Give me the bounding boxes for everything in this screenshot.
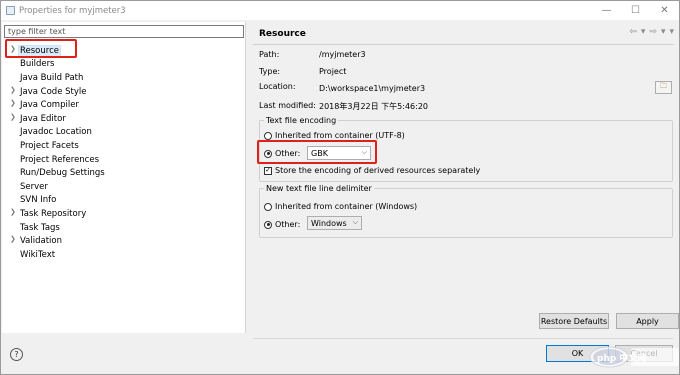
location-label: Location: <box>259 82 296 91</box>
delimiter-select-value: Windows <box>311 218 347 228</box>
encoding-inherited-option[interactable]: Inherited from container (UTF-8) <box>264 131 405 140</box>
type-label: Type: <box>259 67 281 76</box>
tree-item-label: Project References <box>20 154 100 165</box>
apply-button[interactable]: Apply <box>616 313 679 329</box>
tree-item[interactable]: ❯ Java Code Style <box>2 85 246 99</box>
type-value: Project <box>319 67 347 76</box>
show-in-explorer-button[interactable]: 🗀 <box>655 81 672 94</box>
tree-item[interactable]: ❯ Java Editor <box>2 112 246 126</box>
tree-item-label: Java Code Style <box>20 86 87 97</box>
expand-arrow-icon[interactable]: ❯ <box>10 208 16 216</box>
chevron-down-icon: ⌵ <box>361 148 367 156</box>
tree-item-label: Builders <box>20 59 55 70</box>
last-modified-label: Last modified: <box>259 101 316 110</box>
header-divider <box>253 44 674 45</box>
title-bar: Properties for myjmeter3 — ☐ ✕ <box>1 1 679 20</box>
tree-item[interactable]: ❯ Task Repository <box>2 207 246 221</box>
encoding-legend: Text file encoding <box>266 116 337 125</box>
resource-page: Resource ⇦ ▾ ⇨ ▾ ▾ Path: /myjmeter3 Type… <box>253 22 680 334</box>
app-icon <box>6 6 15 15</box>
tree-item-label: Java Compiler <box>20 100 79 111</box>
tree-item-label: Java Build Path <box>20 72 84 83</box>
tree-item[interactable]: ❯ Validation <box>2 234 246 248</box>
page-navigation: ⇦ ▾ ⇨ ▾ ▾ <box>629 27 674 37</box>
tree-item-label: Server <box>20 181 48 192</box>
close-button[interactable]: ✕ <box>650 1 679 20</box>
back-arrow-icon[interactable]: ⇦ <box>629 27 637 37</box>
encoding-inherited-label: Inherited from container (UTF-8) <box>275 131 405 140</box>
tree-item-label: Java Editor <box>20 113 66 124</box>
help-icon[interactable]: ? <box>10 348 23 361</box>
forward-arrow-icon[interactable]: ⇨ <box>649 27 657 37</box>
encoding-select[interactable]: GBK ⌵ <box>307 146 371 160</box>
expand-arrow-icon[interactable]: ❯ <box>10 45 16 53</box>
tree-item[interactable]: Project References <box>2 153 246 167</box>
tree-item[interactable]: ❯ Java Compiler <box>2 98 246 112</box>
tree-item[interactable]: Server <box>2 180 246 194</box>
tree-item[interactable]: SVN Info <box>2 194 246 208</box>
view-menu-icon[interactable]: ▾ <box>669 27 674 37</box>
delimiter-inherited-option[interactable]: Inherited from container (Windows) <box>264 202 417 211</box>
encoding-select-value: GBK <box>311 148 328 158</box>
delimiter-inherited-label: Inherited from container (Windows) <box>275 202 418 211</box>
encoding-other-label: Other: <box>275 149 301 158</box>
encoding-other-option[interactable]: Other: <box>264 149 300 158</box>
delimiter-other-label: Other: <box>275 220 301 229</box>
back-menu-icon[interactable]: ▾ <box>641 27 646 37</box>
store-encoding-checkbox[interactable]: ✓ <box>264 166 272 175</box>
category-tree: ❯ Resource Builders Java Build Path ❯ Java Co… <box>2 44 246 262</box>
tree-item-label: Task Tags <box>20 222 60 233</box>
tree-item[interactable]: Task Tags <box>2 221 246 235</box>
category-pane: ❯ResourceBuildersJava Build Path❯Java Co… <box>2 22 246 333</box>
watermark-text: php 中文网 <box>597 354 647 364</box>
expand-arrow-icon[interactable]: ❯ <box>10 235 16 243</box>
path-value: /myjmeter3 <box>319 50 366 59</box>
window-controls: — ☐ ✕ <box>592 1 679 20</box>
tree-item-label: Project Facets <box>20 140 79 151</box>
maximize-button[interactable]: ☐ <box>621 1 650 20</box>
tree-item-label: Run/Debug Settings <box>20 168 105 179</box>
expand-arrow-icon[interactable]: ❯ <box>10 99 16 107</box>
tree-item-label: Validation <box>20 236 62 247</box>
delimiter-other-radio[interactable] <box>264 220 272 229</box>
tree-item[interactable]: Builders <box>2 58 246 72</box>
tree-item-label: Resource <box>18 44 61 57</box>
location-value: D:\workspace1\myjmeter3 <box>319 84 426 93</box>
tree-item[interactable]: Java Build Path <box>2 71 246 85</box>
last-modified-value: 2018年3月22日 下午5:46:20 <box>319 102 429 111</box>
footer-divider <box>253 338 673 339</box>
tree-item[interactable]: ❯ Resource <box>2 44 246 58</box>
forward-menu-icon[interactable]: ▾ <box>661 27 666 37</box>
tree-item[interactable]: Run/Debug Settings <box>2 166 246 180</box>
tree-item-label: SVN Info <box>20 195 57 206</box>
restore-defaults-button[interactable]: Restore Defaults <box>539 313 609 329</box>
expand-arrow-icon[interactable]: ❯ <box>10 86 16 94</box>
encoding-other-radio[interactable] <box>264 149 272 158</box>
folder-icon: 🗀 <box>660 82 667 90</box>
encoding-inherited-radio[interactable] <box>264 131 272 140</box>
store-encoding-label: Store the encoding of derived resources … <box>275 166 481 175</box>
tree-item-label: Task Repository <box>20 208 87 219</box>
store-encoding-option[interactable]: ✓ Store the encoding of derived resource… <box>264 166 480 175</box>
page-title: Resource <box>259 29 306 39</box>
window-title: Properties for myjmeter3 <box>19 5 126 16</box>
tree-item[interactable]: Javadoc Location <box>2 126 246 140</box>
delimiter-other-option[interactable]: Other: <box>264 220 300 229</box>
delimiter-select[interactable]: Windows ⌵ <box>307 216 362 230</box>
filter-input[interactable] <box>4 25 244 38</box>
path-label: Path: <box>259 50 280 59</box>
tree-item[interactable]: WikiText <box>2 248 246 262</box>
tree-item-label: WikiText <box>20 249 56 260</box>
delimiter-legend: New text file line delimiter <box>266 184 372 193</box>
chevron-down-icon: ⌵ <box>352 218 358 226</box>
properties-dialog: Properties for myjmeter3 — ☐ ✕ ❯Resource… <box>0 0 680 375</box>
minimize-button[interactable]: — <box>592 1 621 20</box>
tree-item[interactable]: Project Facets <box>2 139 246 153</box>
delimiter-inherited-radio[interactable] <box>264 202 272 211</box>
expand-arrow-icon[interactable]: ❯ <box>10 113 16 121</box>
tree-item-label: Javadoc Location <box>20 127 92 138</box>
